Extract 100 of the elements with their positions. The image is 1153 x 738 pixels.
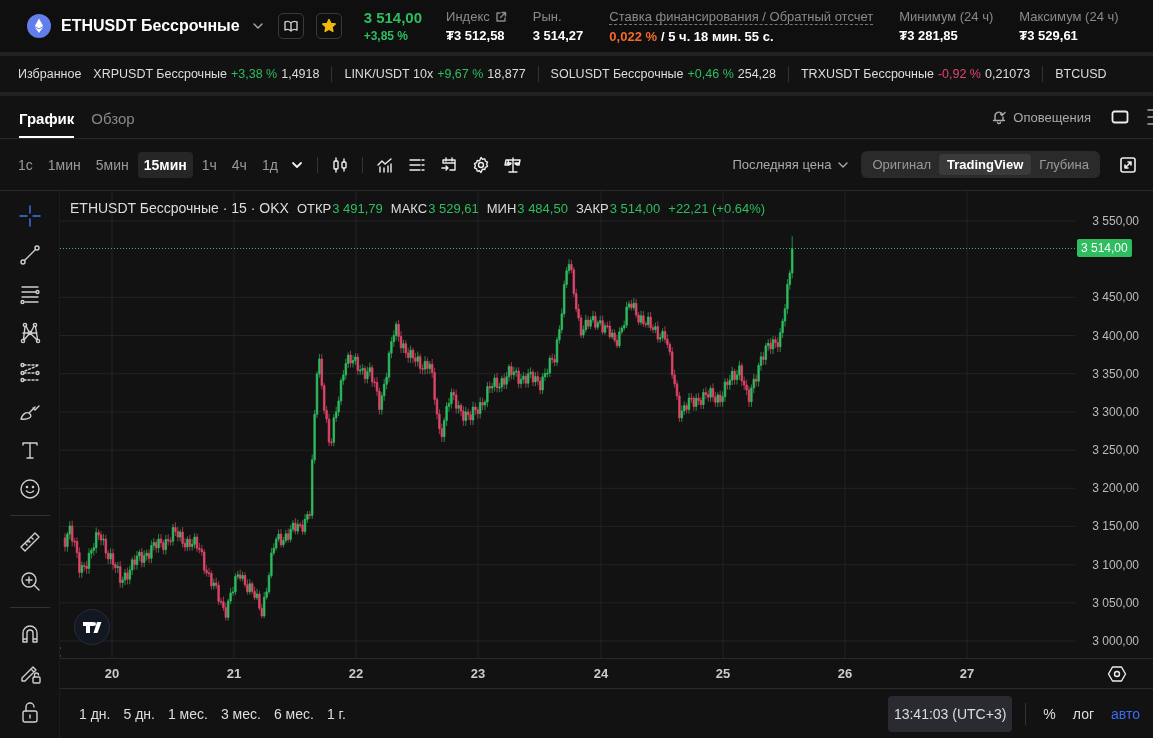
range-button[interactable]: 1 дн. xyxy=(74,701,116,726)
external-link-icon[interactable] xyxy=(494,10,507,23)
view-option[interactable]: Оригинал xyxy=(864,154,939,175)
chart-title: ETHUSDT Бессрочные · 15 · OKX xyxy=(70,200,289,216)
horizontal-lines-icon[interactable] xyxy=(18,283,41,305)
price-tick: 3 050,00 xyxy=(1092,595,1139,610)
stat-label: Минимум (24 ч) xyxy=(899,9,994,24)
ticker-change: +0,46 % xyxy=(687,67,734,81)
caret-icon[interactable] xyxy=(290,160,303,169)
ohlc-value: 3 514,00 xyxy=(609,201,661,216)
ticker-name[interactable]: LINK/USDT 10x xyxy=(344,67,434,81)
range-button[interactable]: 5 дн. xyxy=(118,701,160,726)
countdown: / 5 ч. 18 мин. 55 с. xyxy=(661,28,774,44)
guide-button[interactable] xyxy=(277,13,304,39)
date-tick: 23 xyxy=(470,666,486,681)
date-tick: 25 xyxy=(715,666,731,681)
ohlc-label: ОТКР xyxy=(296,201,332,216)
fullscreen-icon[interactable] xyxy=(1120,156,1136,173)
ticker-price: 0,21073 xyxy=(985,67,1031,81)
price-tick: 3 000,00 xyxy=(1092,633,1139,648)
favorite-button[interactable] xyxy=(315,13,342,39)
ohlc-value: 3 484,50 xyxy=(517,201,568,216)
replay-icon[interactable] xyxy=(439,155,458,174)
settings-icon[interactable] xyxy=(471,155,490,174)
ticker-name[interactable]: TRXUSDT Бессрочные xyxy=(801,67,934,81)
ohlc-label: МИН xyxy=(486,201,517,216)
price-tick: 3 350,00 xyxy=(1092,366,1139,381)
price-tick: 3 400,00 xyxy=(1092,328,1139,343)
range-button[interactable]: 1 мес. xyxy=(162,701,213,726)
price-tick: 3 550,00 xyxy=(1092,214,1139,228)
price-tick: 3 150,00 xyxy=(1092,519,1139,534)
ticker-price: 18,877 xyxy=(487,67,526,81)
ruler-icon[interactable] xyxy=(18,531,41,553)
pattern-tool-icon[interactable] xyxy=(18,322,41,344)
indicators-icon[interactable] xyxy=(375,155,394,174)
ethereum-icon xyxy=(27,14,51,38)
stat-label: Максимум (24 ч) xyxy=(1019,9,1119,24)
favorites-label: Избранное xyxy=(18,67,82,81)
scale-toggle[interactable]: авто xyxy=(1107,703,1144,724)
stat-label: Рын. xyxy=(532,9,562,24)
scale-toggle[interactable]: % xyxy=(1039,703,1060,724)
symbol-dropdown[interactable]: ETHUSDT Бессрочные xyxy=(61,17,264,35)
range-button[interactable]: 1 г. xyxy=(321,701,351,726)
caret-icon xyxy=(251,22,264,30)
book-icon xyxy=(283,20,298,32)
zoom-in-icon[interactable] xyxy=(18,570,41,592)
last-price-badge: 3 514,00 xyxy=(1077,239,1132,258)
time-zone-button[interactable]: 13:41:03 (UTC+3) xyxy=(887,695,1013,732)
date-tick: 21 xyxy=(226,666,242,681)
dotted-lines-icon[interactable] xyxy=(18,361,41,383)
interval-button[interactable]: 15мин xyxy=(137,151,193,178)
date-tick: 27 xyxy=(959,666,975,681)
price-type-dropdown[interactable]: Последняя цена xyxy=(732,157,850,172)
interval-button[interactable]: 1д xyxy=(255,151,284,178)
interval-button[interactable]: 1мин xyxy=(41,151,87,178)
price-tick: 3 450,00 xyxy=(1092,290,1139,305)
ticker-change: +3,38 % xyxy=(231,67,278,81)
smiley-icon[interactable] xyxy=(18,478,41,500)
ohlc-label: МАКС xyxy=(390,201,428,216)
chart-tab[interactable]: График xyxy=(19,96,75,138)
price-change: +3,85 % xyxy=(363,29,410,43)
interval-button[interactable]: 1с xyxy=(12,151,39,178)
price-tick: 3 100,00 xyxy=(1092,557,1139,572)
view-option[interactable]: TradingView xyxy=(939,154,1032,175)
crosshair-icon[interactable] xyxy=(18,205,41,227)
ticker-name[interactable]: SOLUSDT Бессрочные xyxy=(550,67,684,81)
price-tick: 3 300,00 xyxy=(1092,404,1139,419)
view-option[interactable]: Глубина xyxy=(1031,154,1097,175)
tradingview-logo-icon[interactable] xyxy=(74,609,110,645)
alerts-button[interactable]: Оповещения xyxy=(991,109,1091,125)
stat-label: Индекс xyxy=(446,9,490,24)
window-icon[interactable] xyxy=(1111,110,1129,124)
date-tick: 26 xyxy=(837,666,853,681)
interval-button[interactable]: 1ч xyxy=(195,151,223,178)
menu-icon[interactable] xyxy=(1147,107,1153,127)
stat-value: 3 514,27 xyxy=(532,28,584,43)
range-button[interactable]: 3 мес. xyxy=(215,701,266,726)
ticker-change: +9,67 % xyxy=(437,67,484,81)
stat-label: Ставка финансирования / Обратный отсчет xyxy=(609,8,874,25)
ticker-name[interactable]: BTCUSD xyxy=(1055,67,1107,81)
last-price: 3 514,00 xyxy=(363,9,423,26)
chart-tab[interactable]: Обзор xyxy=(91,96,135,138)
settings-icon[interactable] xyxy=(1107,663,1127,684)
ticker-name[interactable]: XRPUSDT Бессрочные xyxy=(93,67,227,81)
scale-toggle[interactable]: лог xyxy=(1068,703,1099,724)
ticker-price: 254,28 xyxy=(737,67,776,81)
range-button[interactable]: 6 мес. xyxy=(268,701,319,726)
scales-icon[interactable] xyxy=(503,155,522,174)
line-tool-icon[interactable] xyxy=(18,244,41,266)
ohlc-value: 3 529,61 xyxy=(428,201,479,216)
stat-value: ₮3 512,58 xyxy=(446,28,505,43)
funding-rate: 0,022 % xyxy=(609,28,658,44)
date-tick: 20 xyxy=(104,666,120,681)
ticker-price: 1,4918 xyxy=(281,67,320,81)
stat-value: ₮3 529,61 xyxy=(1019,28,1078,43)
interval-button[interactable]: 5мин xyxy=(89,151,135,178)
bell-icon xyxy=(991,109,1008,125)
interval-button[interactable]: 4ч xyxy=(225,151,253,178)
price-tick: 3 200,00 xyxy=(1092,481,1139,496)
candles-icon[interactable] xyxy=(330,155,349,174)
